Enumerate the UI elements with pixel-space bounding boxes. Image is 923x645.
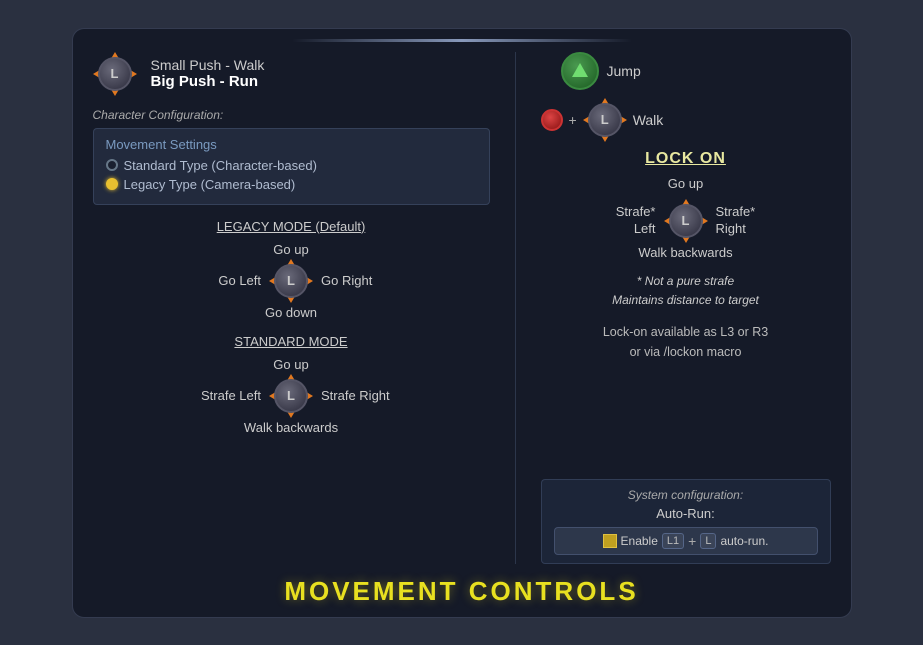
walk-label: Walk: [633, 112, 664, 128]
legacy-go-up: Go up: [273, 242, 308, 257]
standard-walk-back: Walk backwards: [244, 420, 338, 435]
lock-mid-row: Strafe* Left L Strafe* Right: [596, 199, 776, 243]
standard-type-label: Standard Type (Character-based): [124, 158, 317, 173]
red-circle-icon: [541, 109, 563, 131]
main-container: L Small Push - Walk Big Push - Run Chara…: [72, 28, 852, 618]
stick-icon-lock: L: [664, 199, 708, 243]
auto-run-final-label: auto-run.: [720, 534, 768, 548]
stick-icon-legacy: L: [269, 259, 313, 303]
plus-sign: +: [569, 112, 577, 128]
auto-run-row: Enable L1 + L auto-run.: [554, 527, 818, 555]
stick-icon-header: L: [93, 52, 137, 96]
lock-on-available-note: Lock-on available as L3 or R3 or via /lo…: [541, 322, 831, 362]
standard-mode-section: STANDARD MODE Go up Strafe Left: [93, 334, 490, 435]
walk-row: + L Walk: [541, 98, 831, 142]
legacy-go-left: Go Left: [191, 273, 261, 288]
standard-up-row: Go up: [273, 357, 308, 372]
legacy-type-label: Legacy Type (Camera-based): [124, 177, 296, 192]
standard-go-up: Go up: [273, 357, 308, 372]
key1: L1: [662, 533, 684, 549]
legacy-radio[interactable]: [106, 178, 118, 190]
strafe-note: * Not a pure strafe Maintains distance t…: [541, 272, 831, 310]
jump-button-icon: [561, 52, 599, 90]
lock-go-up: Go up: [541, 176, 831, 191]
enable-box: [603, 534, 617, 548]
header-text: Small Push - Walk Big Push - Run: [151, 57, 265, 90]
stick-letter-walk: L: [601, 112, 609, 127]
legacy-dpad: Go up Go Left L Go Rig: [93, 242, 490, 320]
legacy-up-row: Go up: [273, 242, 308, 257]
small-push-label: Small Push - Walk: [151, 57, 265, 73]
top-divider: [292, 39, 632, 42]
main-content: L Small Push - Walk Big Push - Run Chara…: [73, 52, 851, 564]
standard-radio[interactable]: [106, 159, 118, 171]
legacy-mid-row: Go Left L Go Right: [191, 259, 391, 303]
lock-down-row: Walk backwards: [638, 245, 732, 260]
stick-icon-walk: L: [583, 98, 627, 142]
stick-letter-header: L: [111, 66, 119, 81]
stick-letter-lock: L: [682, 213, 690, 228]
standard-dpad: Go up Strafe Left L St: [93, 357, 490, 435]
lock-strafe-left: Strafe* Left: [596, 204, 656, 238]
jump-row: Jump: [561, 52, 831, 90]
stick-letter-legacy: L: [287, 273, 295, 288]
stick-circle-legacy: L: [274, 264, 308, 298]
standard-strafe-left: Strafe Left: [191, 388, 261, 403]
stick-letter-standard: L: [287, 388, 295, 403]
right-panel: Jump + L Walk LOCK ON: [541, 52, 831, 564]
header-row: L Small Push - Walk Big Push - Run: [93, 52, 490, 96]
standard-mid-row: Strafe Left L Strafe Right: [191, 374, 391, 418]
lock-dpad: Strafe* Left L Strafe* Right: [541, 199, 831, 260]
sys-config-title: System configuration:: [554, 488, 818, 502]
stick-icon-standard: L: [269, 374, 313, 418]
legacy-down-row: Go down: [265, 305, 317, 320]
key2: L: [700, 533, 716, 549]
enable-label: Enable: [621, 534, 658, 548]
standard-down-row: Walk backwards: [244, 420, 338, 435]
lock-on-title: LOCK ON: [541, 150, 831, 168]
auto-run-title: Auto-Run:: [554, 506, 818, 521]
legacy-mode-section: LEGACY MODE (Default) Go up Go Left: [93, 219, 490, 320]
triangle-icon: [572, 63, 588, 77]
jump-label: Jump: [607, 63, 641, 79]
stick-circle-header: L: [98, 57, 132, 91]
legacy-go-down: Go down: [265, 305, 317, 320]
legacy-type-option[interactable]: Legacy Type (Camera-based): [106, 177, 477, 192]
legacy-go-right: Go Right: [321, 273, 391, 288]
movement-settings-box: Movement Settings Standard Type (Charact…: [93, 128, 490, 205]
standard-strafe-right: Strafe Right: [321, 388, 391, 403]
legacy-mode-title: LEGACY MODE (Default): [93, 219, 490, 234]
movement-settings-title: Movement Settings: [106, 137, 477, 152]
standard-mode-title: STANDARD MODE: [93, 334, 490, 349]
big-push-label: Big Push - Run: [151, 73, 265, 90]
stick-circle-standard: L: [274, 379, 308, 413]
lock-walk-back: Walk backwards: [638, 245, 732, 260]
lock-strafe-right: Strafe* Right: [716, 204, 776, 238]
page-title: MOVEMENT CONTROLS: [73, 564, 851, 617]
panel-divider: [515, 52, 516, 564]
char-config: Character Configuration:: [93, 108, 490, 122]
stick-circle-walk: L: [588, 103, 622, 137]
standard-type-option[interactable]: Standard Type (Character-based): [106, 158, 477, 173]
left-panel: L Small Push - Walk Big Push - Run Chara…: [93, 52, 490, 564]
stick-circle-lock: L: [669, 204, 703, 238]
system-config-box: System configuration: Auto-Run: Enable L…: [541, 479, 831, 564]
plus-sign-2: +: [688, 533, 696, 549]
